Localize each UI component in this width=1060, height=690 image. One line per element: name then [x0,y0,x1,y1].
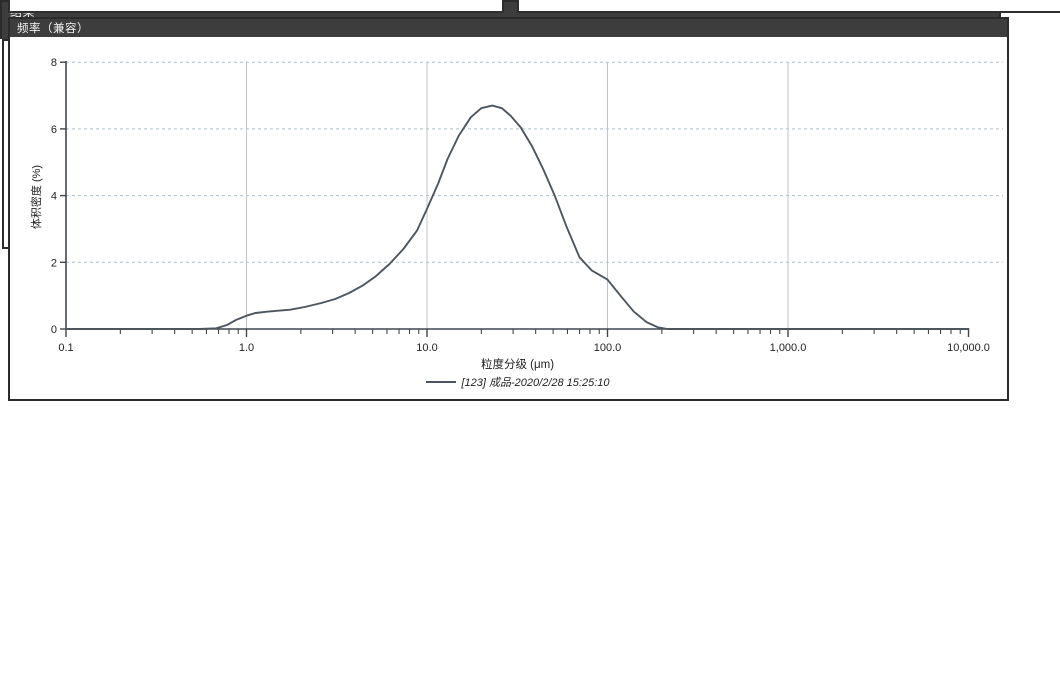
frequency-chart-area: 体积密度 (%) 024680.11.010.0100.01,000.010,0… [10,37,1007,399]
x-tick-label: 100.0 [594,342,622,354]
x-axis-label: 粒度分级 (μm) [66,356,969,372]
top-partial-panel-right [517,0,1060,13]
y-tick-label: 4 [51,191,57,203]
x-tick-label: 0.1 [58,342,73,354]
legend-line-swatch [426,381,456,383]
top-partial-panel-left [8,0,504,13]
frequency-panel-title: 频率（兼容） [17,20,89,36]
frequency-chart-svg: 0 2 4 6 8 0.1 1.0 10.0 100.0 1,000.0 10,000.0 [10,37,1007,399]
y-tick-label: 2 [51,257,57,269]
legend-label: [123] 成品-2020/2/28 15:25:10 [462,374,610,390]
x-tick-label: 1.0 [239,342,254,354]
frequency-panel: 频率（兼容） 体积密度 (%) 024680.11.010.0100.01,00… [8,17,1009,401]
x-tick-label: 1,000.0 [770,342,807,354]
report-page: 频率（兼容） 体积密度 (%) 024680.11.010.0100.01,00… [0,0,1060,249]
y-tick-label: 8 [51,57,57,69]
x-tick-label: 10.0 [416,342,437,354]
distribution-curve [66,106,969,329]
frequency-panel-titlebar: 频率（兼容） [10,19,1007,37]
y-tick-label: 0 [51,324,57,336]
y-tick-label: 6 [51,124,57,136]
x-tick-label: 10,000.0 [947,342,990,354]
chart-legend: [123] 成品-2020/2/28 15:25:10 [66,374,969,390]
